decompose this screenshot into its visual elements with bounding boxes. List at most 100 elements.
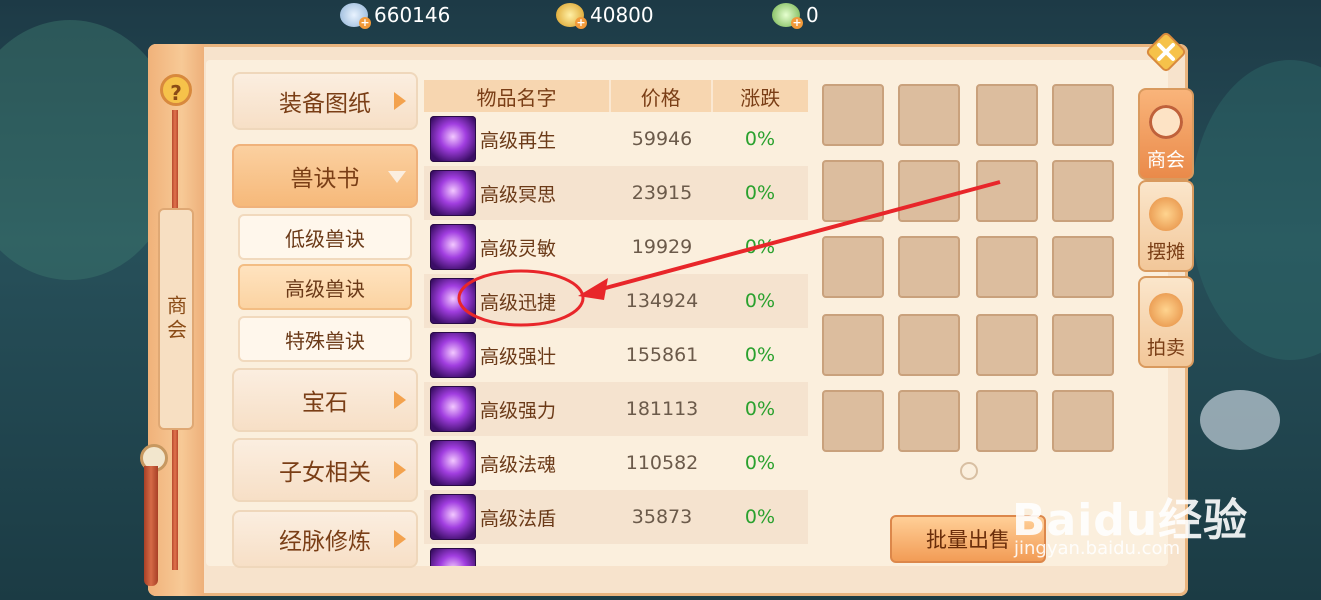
table-row[interactable]: 高级法盾 35873 0% (424, 490, 808, 544)
inventory-slot[interactable] (1052, 236, 1114, 298)
jade-currency[interactable]: + 0 (772, 2, 819, 29)
silver-amount: 660146 (374, 3, 451, 27)
table-row[interactable]: 高级冥思 23915 0% (424, 166, 808, 220)
skill-book-icon (430, 224, 476, 270)
category-equipment-blueprint[interactable]: 装备图纸 (232, 72, 418, 130)
item-change: 0% (744, 128, 776, 150)
inventory-slot[interactable] (1052, 84, 1114, 146)
background-foliage (1190, 60, 1321, 360)
item-name: 高级法魂 (480, 453, 557, 476)
skill-book-icon (430, 386, 476, 432)
inventory-slot[interactable] (1052, 390, 1114, 452)
table-row[interactable]: 高级法魂 110582 0% (424, 436, 808, 490)
category-children[interactable]: 子女相关 (232, 438, 418, 502)
inventory-slot[interactable] (898, 84, 960, 146)
gold-coin-icon: + (556, 3, 587, 29)
item-list[interactable]: 高级再生 59946 0% 高级冥思 23915 0% 高级灵敏 19929 0… (424, 112, 808, 566)
item-price: 59946 (631, 128, 693, 150)
table-row[interactable]: 高级强力 181113 0% (424, 382, 808, 436)
inventory-slot[interactable] (976, 390, 1038, 452)
item-name: 高级迅捷 (480, 291, 557, 314)
table-row[interactable]: 高级强壮 155861 0% (424, 328, 808, 382)
inventory-slot[interactable] (898, 390, 960, 452)
item-price: 23915 (631, 182, 693, 204)
silver-currency[interactable]: + 660146 (340, 2, 451, 29)
item-change: 0% (744, 506, 776, 528)
inventory-slot[interactable] (822, 390, 884, 452)
subcategory-high-skill[interactable]: 高级兽诀 (238, 264, 412, 310)
inventory-slot[interactable] (976, 84, 1038, 146)
plus-icon: + (359, 16, 371, 29)
item-name: 高级再生 (480, 129, 557, 152)
category-meridian[interactable]: 经脉修炼 (232, 510, 418, 568)
skill-book-icon (430, 440, 476, 486)
table-row[interactable]: 高级灵敏 19929 0% (424, 220, 808, 274)
inventory-slot[interactable] (976, 160, 1038, 222)
item-change: 0% (744, 182, 776, 204)
category-label: 子女相关 (279, 460, 371, 486)
inventory-slot[interactable] (822, 236, 884, 298)
inventory-slot[interactable] (1052, 314, 1114, 376)
tab-auction[interactable]: 拍卖 (1138, 276, 1194, 368)
watermark-url: jingyan.baidu.com (1014, 538, 1181, 559)
category-gem[interactable]: 宝石 (232, 368, 418, 432)
inventory-slot[interactable] (976, 314, 1038, 376)
tab-label: 拍卖 (1146, 337, 1185, 359)
close-icon[interactable] (1146, 32, 1186, 72)
chevron-down-icon (388, 171, 406, 183)
item-price: 181113 (625, 398, 699, 420)
inventory-slot[interactable] (822, 160, 884, 222)
guild-shop-icon (1149, 105, 1183, 139)
gold-currency[interactable]: + 40800 (556, 2, 654, 29)
inventory-grid (812, 76, 1134, 452)
tab-stall[interactable]: 摆摊 (1138, 180, 1194, 272)
plus-icon: + (575, 16, 587, 29)
skill-book-icon (430, 494, 476, 540)
silver-coin-icon: + (340, 3, 371, 29)
category-label: 装备图纸 (279, 91, 371, 117)
item-name: 高级冥思 (480, 183, 557, 206)
item-price: 19929 (631, 236, 693, 258)
gold-amount: 40800 (590, 3, 654, 27)
currency-bar: + 660146 + 40800 + 0 (0, 0, 1321, 32)
inventory-slot[interactable] (898, 236, 960, 298)
tab-label: 商会 (1146, 149, 1185, 171)
table-row-partial[interactable] (424, 544, 808, 566)
category-beast-skill-book[interactable]: 兽诀书 (232, 144, 418, 208)
coins-icon (1149, 197, 1183, 231)
skill-book-icon (430, 548, 476, 566)
category-label: 宝石 (302, 390, 348, 416)
table-row[interactable]: 高级再生 59946 0% (424, 112, 808, 166)
inventory-slot[interactable] (976, 236, 1038, 298)
inventory-slot[interactable] (898, 160, 960, 222)
subcategory-low-skill[interactable]: 低级兽诀 (238, 214, 412, 260)
item-name: 高级法盾 (480, 507, 557, 530)
inventory-slot[interactable] (1052, 160, 1114, 222)
skill-book-icon (430, 116, 476, 162)
item-name: 高级强力 (480, 399, 557, 422)
item-change: 0% (744, 344, 776, 366)
skill-book-icon (430, 170, 476, 216)
inventory-slot[interactable] (822, 84, 884, 146)
inventory-slot[interactable] (822, 314, 884, 376)
tassel-decoration (144, 466, 158, 586)
tab-shop[interactable]: 商会 (1138, 88, 1194, 180)
header-price: 价格 (609, 80, 713, 112)
tab-label: 摆摊 (1146, 241, 1185, 263)
item-change: 0% (744, 290, 776, 312)
chevron-right-icon (394, 92, 406, 110)
table-header: 物品名字 价格 涨跌 (424, 80, 808, 112)
chevron-right-icon (394, 530, 406, 548)
category-label: 兽诀书 (290, 166, 360, 192)
jade-coin-icon: + (772, 3, 803, 29)
inventory-slot[interactable] (898, 314, 960, 376)
subcategory-label: 低级兽诀 (285, 226, 365, 251)
subcategory-label: 特殊兽诀 (285, 328, 365, 353)
item-price: 155861 (625, 344, 699, 366)
background-lotus (1200, 390, 1280, 450)
help-button[interactable]: ? (160, 74, 192, 106)
item-name: 高级强壮 (480, 345, 557, 368)
item-price: 134924 (625, 290, 699, 312)
subcategory-special-skill[interactable]: 特殊兽诀 (238, 316, 412, 362)
table-row[interactable]: 高级迅捷 134924 0% (424, 274, 808, 328)
